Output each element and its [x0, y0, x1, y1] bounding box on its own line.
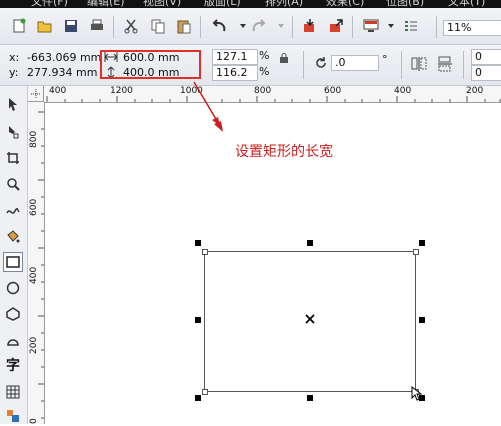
hruler-tick: 800	[254, 86, 272, 96]
text-tool-icon[interactable]: 字	[3, 355, 23, 375]
hruler-tick: 600	[324, 86, 342, 96]
redo-dropdown-icon[interactable]	[272, 17, 290, 35]
cursor-icon	[411, 386, 423, 401]
table-tool-icon[interactable]	[3, 382, 23, 402]
size-fields-highlight	[100, 50, 201, 79]
horizontal-ruler[interactable]: 400 1200 1000 800 600 400 200	[44, 86, 501, 103]
annotation-text: 设置矩形的长宽	[235, 144, 333, 160]
vruler-tick: 200	[29, 336, 39, 354]
selection-handle-bottom[interactable]	[307, 395, 313, 401]
y-label: y:	[9, 66, 19, 79]
property-bar: x: -663.069 mm y: 277.934 mm 600.0 mm 40…	[0, 45, 501, 86]
selection-handle-left[interactable]	[195, 317, 201, 323]
selection-handle-top-left[interactable]	[195, 240, 201, 246]
hruler-tick: 400	[394, 86, 412, 96]
scale-height-unit: %	[259, 65, 270, 78]
menu-effects[interactable]: 效果(C)	[326, 0, 364, 8]
scale-width-field[interactable]: 127.1	[212, 49, 258, 65]
selection-handle-top-right[interactable]	[419, 240, 425, 246]
freehand-tool-icon[interactable]	[3, 200, 23, 220]
toolbox: 字	[0, 86, 28, 424]
zoom-level-field[interactable]: 11%	[443, 20, 501, 36]
center-mark-icon[interactable]	[305, 314, 315, 326]
selection-handle-bottom-left[interactable]	[195, 395, 201, 401]
vruler-tick: 600	[29, 198, 39, 216]
rectangle-tool-icon[interactable]	[3, 252, 23, 272]
rect-node[interactable]	[413, 249, 419, 255]
basic-shapes-tool-icon[interactable]	[3, 330, 23, 350]
redo-icon[interactable]	[250, 17, 268, 35]
shape-tool-icon[interactable]	[3, 122, 23, 142]
import-icon[interactable]	[301, 17, 319, 35]
x-position-field[interactable]: -663.069 mm	[23, 50, 101, 66]
ellipse-tool-icon[interactable]	[3, 278, 23, 298]
zoom-tool-icon[interactable]	[3, 174, 23, 194]
rect-node[interactable]	[202, 249, 208, 255]
welcome-icon[interactable]	[402, 17, 420, 35]
smart-fill-tool-icon[interactable]	[3, 226, 23, 246]
hruler-tick: 400	[49, 86, 67, 96]
menu-edit[interactable]: 编辑(E)	[87, 0, 125, 8]
menu-text[interactable]: 文本(T)	[448, 0, 485, 8]
vruler-tick: 0	[29, 418, 39, 424]
vertical-ruler[interactable]: 800 600 400 200 0	[28, 102, 45, 424]
hruler-tick: 200	[466, 86, 484, 96]
pick-tool-icon[interactable]	[3, 94, 23, 114]
scale-width-unit: %	[259, 49, 270, 62]
vruler-tick: 800	[29, 130, 39, 148]
copy-icon[interactable]	[149, 17, 167, 35]
y-position-field[interactable]: 277.934 mm	[23, 65, 101, 81]
selection-handle-right[interactable]	[419, 317, 425, 323]
ruler-origin[interactable]	[28, 86, 44, 102]
menu-file[interactable]: 文件(F)	[31, 0, 68, 8]
undo-icon[interactable]	[210, 17, 228, 35]
rotation-angle-field[interactable]: .0	[331, 55, 379, 71]
print-icon[interactable]	[88, 17, 106, 35]
menu-arrange[interactable]: 排列(A)	[265, 0, 303, 8]
app-launcher-icon[interactable]	[362, 17, 380, 35]
offset-top-field[interactable]: 0	[471, 49, 501, 65]
rotate-icon	[314, 56, 328, 73]
x-label: x:	[9, 51, 20, 64]
annotation-arrow	[193, 81, 223, 132]
standard-toolbar: 11%	[0, 8, 501, 45]
lock-ratio-icon[interactable]	[279, 53, 289, 66]
menu-bitmaps[interactable]: 位图(B)	[386, 0, 424, 8]
dimension-tool-icon[interactable]	[3, 406, 23, 426]
selection-handle-top[interactable]	[307, 240, 313, 246]
crop-tool-icon[interactable]	[3, 148, 23, 168]
rect-node[interactable]	[202, 389, 208, 395]
mirror-vertical-icon[interactable]	[437, 56, 453, 75]
open-icon[interactable]	[36, 17, 54, 35]
app-launcher-dropdown-icon[interactable]	[382, 17, 400, 35]
rotation-degree-unit: °	[382, 53, 388, 66]
menu-bar: 文件(F) 编辑(E) 视图(V) 版面(L) 排列(A) 效果(C) 位图(B…	[0, 0, 501, 8]
cut-icon[interactable]	[122, 17, 140, 35]
menu-layout[interactable]: 版面(L)	[204, 0, 241, 8]
polygon-tool-icon[interactable]	[3, 304, 23, 324]
hruler-tick: 1200	[110, 86, 133, 96]
menu-view[interactable]: 视图(V)	[143, 0, 181, 8]
scale-height-field[interactable]: 116.2	[212, 65, 258, 81]
save-icon[interactable]	[62, 17, 80, 35]
vruler-tick: 400	[29, 266, 39, 284]
export-icon[interactable]	[327, 17, 345, 35]
new-icon[interactable]	[10, 17, 28, 35]
paste-icon[interactable]	[175, 17, 193, 35]
offset-bottom-field[interactable]: 0	[471, 65, 501, 81]
mirror-horizontal-icon[interactable]	[411, 56, 427, 75]
